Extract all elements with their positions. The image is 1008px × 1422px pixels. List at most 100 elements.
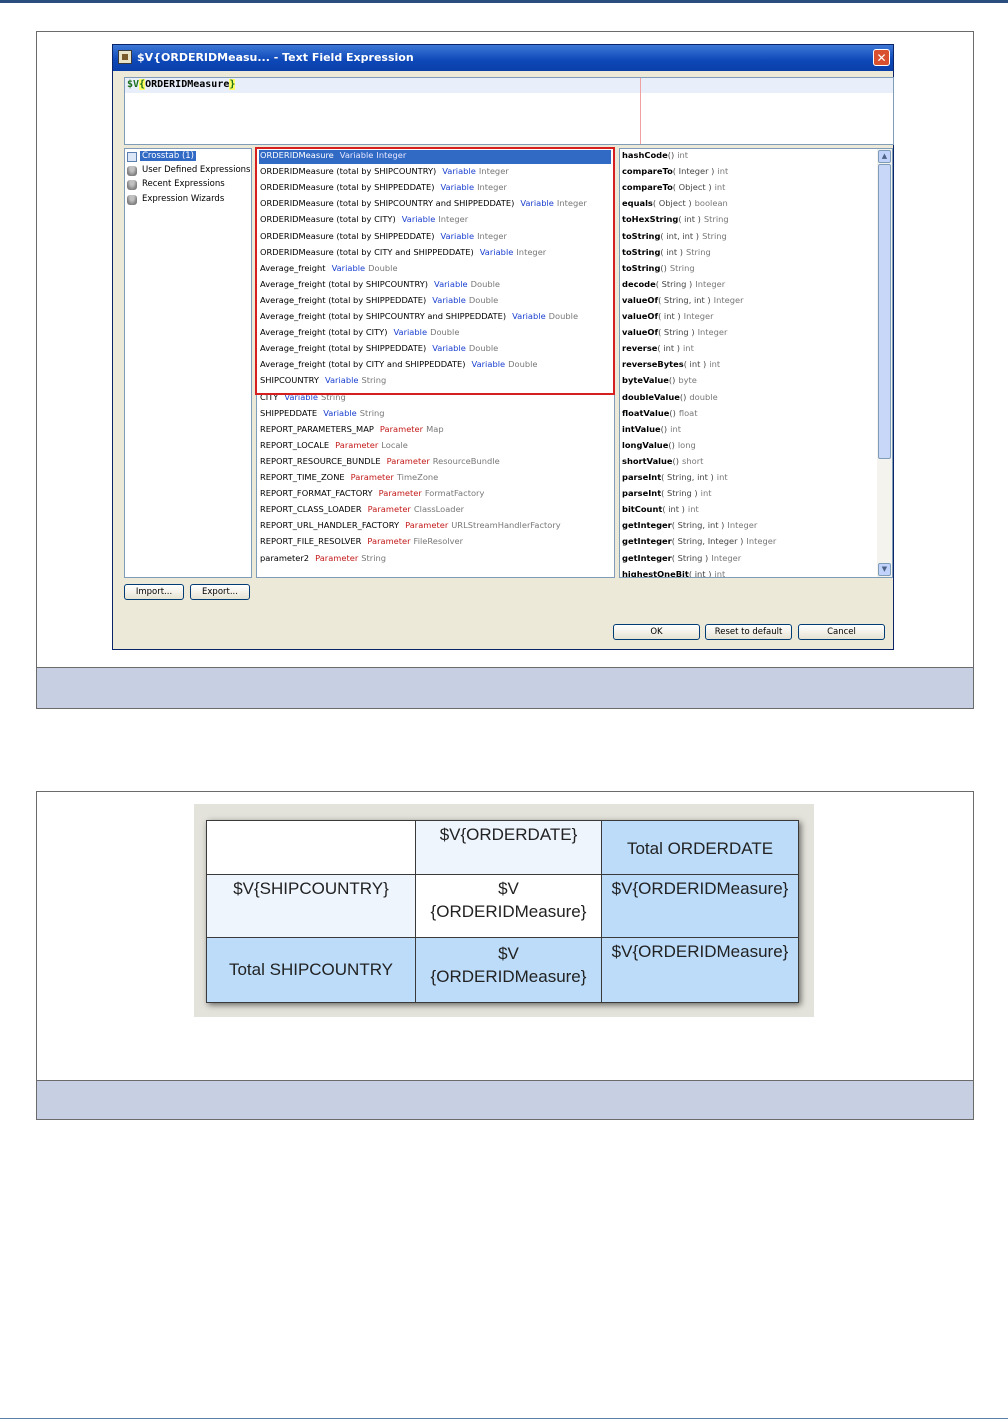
measure-cell: $V {ORDERIDMeasure} [415,874,602,938]
close-icon[interactable]: ✕ [873,49,890,66]
dialog-titlebar[interactable]: $V{ORDERIDMeasu... - Text Field Expressi… [113,45,893,71]
object-list-item[interactable]: REPORT_RESOURCE_BUNDLE Parameter ResourceB… [259,456,611,470]
method-list-item[interactable]: getInteger( String ) Integer [622,553,741,567]
method-name: longValue [622,439,669,450]
object-list-item[interactable]: REPORT_FILE_RESOLVER Parameter FileResolve… [259,536,611,550]
object-kind: Parameter [335,439,379,450]
method-list-item[interactable]: bitCount( int ) int [622,504,699,518]
method-list-item[interactable]: parseInt( String, int ) int [622,472,728,486]
method-return-type: long [677,439,696,450]
object-list-item[interactable]: parameter2 Parameter String [259,553,611,567]
object-list-item[interactable]: REPORT_TIME_ZONE Parameter TimeZone [259,472,611,486]
grand-total-measure-cell: $V{ORDERIDMeasure} [601,937,799,1003]
method-list-item[interactable]: floatValue() float [622,408,697,422]
object-list-item[interactable]: REPORT_LOCALE Parameter Locale [259,440,611,454]
method-list-item[interactable]: valueOf( int ) Integer [622,311,714,325]
ok-button[interactable]: OK [613,624,700,640]
method-return-type: boolean [694,198,728,209]
method-name: getInteger [622,552,672,563]
method-name: parseInt [622,472,662,482]
method-list-item[interactable]: valueOf( String ) Integer [622,327,727,341]
object-name: parameter2 [260,552,310,563]
scroll-thumb[interactable] [878,164,891,459]
method-return-type: int [709,359,721,370]
scroll-down-icon[interactable]: ▼ [878,563,891,576]
method-name: bitCount [622,504,663,515]
method-args: () [668,375,676,386]
database-icon [127,180,137,190]
object-type: URLStreamHandlerFactory [451,520,561,531]
method-list-item[interactable]: compareTo( Object ) int [622,182,725,196]
object-type: FormatFactory [424,488,485,499]
method-return-type: int [700,488,712,499]
current-line-highlight [125,78,893,93]
method-return-type: int [714,182,726,193]
expression-editor[interactable]: $V{ORDERIDMeasure} [124,77,894,145]
method-list-item[interactable]: toString() String [622,263,695,277]
method-return-type: int [677,150,689,160]
object-list-item[interactable]: SHIPPEDDATE Variable String [259,408,611,422]
method-list-item[interactable]: highestOneBit( int ) int [622,568,725,578]
method-list-scrollbar[interactable]: ▲ ▼ [877,149,892,577]
method-list-item[interactable]: equals( Object ) boolean [622,198,728,212]
method-name: equals [622,198,653,209]
method-list-item[interactable]: toString( int, int ) String [622,231,727,245]
method-args: ( Object ) [652,198,692,209]
method-name: getInteger [622,536,672,547]
import-button[interactable]: Import... [124,584,184,600]
scroll-up-icon[interactable]: ▲ [878,150,891,163]
object-list-item[interactable]: REPORT_CLASS_LOADER Parameter ClassLoader [259,504,611,518]
method-return-type: double [689,391,718,402]
object-list-item[interactable]: REPORT_URL_HANDLER_FACTORY Parameter URLSt… [259,520,611,534]
expression-text[interactable]: $V{ORDERIDMeasure} [127,79,236,90]
category-user-defined-expressions[interactable]: User Defined Expressions [126,164,251,178]
footer-rule [0,1418,1008,1419]
method-list-item[interactable]: getInteger( String, int ) Integer [622,520,757,534]
method-name: decode [622,278,656,289]
object-name: REPORT_RESOURCE_BUNDLE [260,455,381,466]
method-name: byteValue [622,375,669,386]
method-list-item[interactable]: reverse( int ) int [622,343,694,357]
method-list-item[interactable]: compareTo( Integer ) int [622,166,728,180]
method-list-item[interactable]: valueOf( String, int ) Integer [622,295,744,309]
figure-caption-bar [37,667,973,708]
method-list-item[interactable]: reverseBytes( int ) int [622,359,720,373]
category-recent-expressions[interactable]: Recent Expressions [126,178,250,192]
method-return-type: String [669,262,695,273]
method-list-item[interactable]: byteValue() byte [622,375,697,389]
method-list-item[interactable]: toString( int ) String [622,247,711,261]
method-list-item[interactable]: shortValue() short [622,456,703,470]
method-list-item[interactable]: intValue() int [622,424,681,438]
method-args: () [679,391,687,402]
method-name: highestOneBit [622,568,689,578]
method-name: valueOf [622,327,659,338]
category-crosstab[interactable]: Crosstab (1) [126,150,250,164]
object-type: String [361,552,387,563]
method-args: ( Object ) [672,182,712,193]
category-list: Crosstab (1) User Defined Expressions Re… [124,148,252,578]
cancel-button[interactable]: Cancel [798,624,885,640]
method-list-item[interactable]: toHexString( int ) String [622,214,729,228]
method-return-type: Integer [697,327,728,338]
method-list-item[interactable]: longValue() long [622,440,696,454]
method-list-item[interactable]: parseInt( String ) int [622,488,712,502]
dialog-title: $V{ORDERIDMeasu... - Text Field Expressi… [137,51,414,64]
method-list-item[interactable]: hashCode() int [622,150,688,164]
object-list-item[interactable]: REPORT_PARAMETERS_MAP Parameter Map [259,424,611,438]
method-list-item[interactable]: getInteger( String, Integer ) Integer [622,536,776,550]
method-list-item[interactable]: doubleValue() double [622,392,718,406]
method-args: ( String ) [671,552,709,563]
object-name: REPORT_LOCALE [260,439,330,450]
database-icon [127,195,137,205]
category-expression-wizards[interactable]: Expression Wizards [126,193,250,207]
object-list-item[interactable]: REPORT_FORMAT_FACTORY Parameter FormatFact… [259,488,611,502]
export-button[interactable]: Export... [190,584,250,600]
reset-to-default-button[interactable]: Reset to default [705,624,792,640]
column-header-cell: $V{ORDERDATE} [415,820,602,875]
method-args: ( int ) [662,504,685,515]
method-args: ( String, int ) [671,520,725,531]
method-list-item[interactable]: decode( String ) Integer [622,279,725,293]
object-type: String [359,407,385,418]
figure-caption-bar [37,1080,973,1119]
method-name: doubleValue [622,391,680,402]
